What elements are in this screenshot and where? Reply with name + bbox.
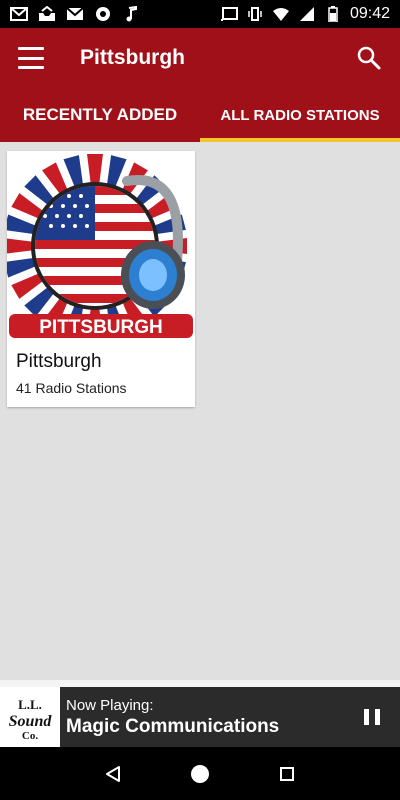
card-subtitle: 41 Radio Stations — [16, 380, 127, 396]
aperture-icon — [94, 6, 112, 22]
battery-icon — [324, 6, 342, 22]
divider — [0, 680, 400, 687]
signal-icon — [298, 6, 316, 22]
inbox-icon — [38, 6, 56, 22]
search-icon[interactable] — [356, 45, 382, 71]
pause-icon[interactable] — [364, 709, 380, 725]
gmail-icon — [66, 6, 84, 22]
now-playing-text: Now Playing: Magic Communications — [66, 697, 279, 738]
station-logo-image: L.L. Sound Co. — [9, 697, 53, 741]
back-icon[interactable] — [103, 764, 123, 784]
app-bar: Pittsburgh — [0, 28, 400, 88]
now-playing-station: Magic Communications — [66, 715, 280, 737]
wifi-icon — [272, 6, 290, 22]
now-playing-label: Now Playing: — [66, 696, 154, 714]
status-bar: 09:42 — [0, 0, 400, 28]
tab-bar: RECENTLY ADDED ALL RADIO STATIONS — [0, 88, 400, 142]
pittsburgh-radio-image: PITTSBURGH — [7, 154, 193, 338]
system-nav-bar — [0, 747, 400, 800]
tab-all-radio-stations[interactable]: ALL RADIO STATIONS — [200, 88, 400, 142]
station-logo: L.L. Sound Co. — [0, 687, 60, 747]
svg-text:L.L.: L.L. — [18, 697, 42, 712]
banner-text: PITTSBURGH — [39, 317, 163, 338]
station-card-pittsburgh[interactable]: PITTSBURGH Pittsburgh 41 Radio Stations — [7, 151, 195, 407]
status-right-icons: 09:42 — [220, 5, 390, 23]
now-playing-bar[interactable]: L.L. Sound Co. Now Playing: Magic Commun… — [0, 687, 400, 747]
recents-icon[interactable] — [277, 764, 297, 784]
music-note-icon — [122, 6, 140, 22]
svg-text:Sound: Sound — [9, 713, 53, 730]
status-left-icons — [10, 6, 140, 22]
mail-icon — [10, 6, 28, 22]
vibrate-icon — [246, 6, 264, 22]
status-time: 09:42 — [349, 5, 390, 22]
svg-text:Co.: Co. — [22, 730, 38, 741]
page-title: Pittsburgh — [80, 46, 185, 69]
hamburger-menu-icon[interactable] — [18, 47, 44, 69]
content-area: PITTSBURGH Pittsburgh 41 Radio Stations — [0, 142, 400, 682]
cast-icon — [220, 6, 238, 22]
tab-recently-added[interactable]: RECENTLY ADDED — [0, 88, 200, 142]
card-title: Pittsburgh — [16, 351, 102, 372]
home-icon[interactable] — [190, 764, 210, 784]
